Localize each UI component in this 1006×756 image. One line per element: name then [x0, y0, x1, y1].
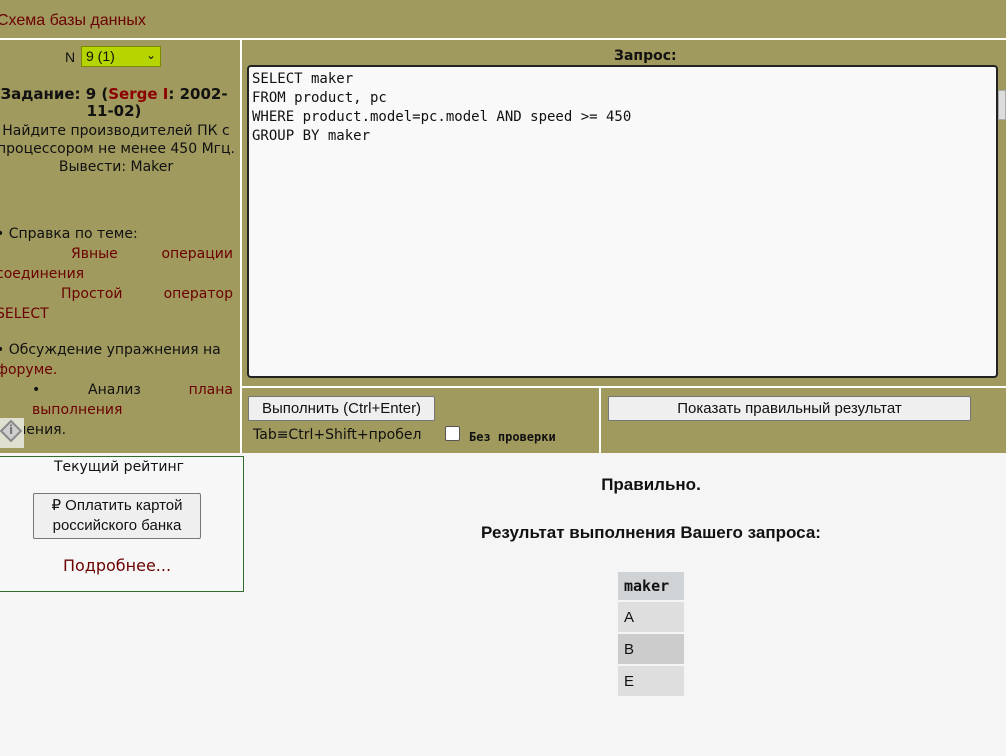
column-header: maker: [618, 572, 684, 600]
query-editor[interactable]: SELECT maker FROM product, pc WHERE prod…: [247, 65, 998, 378]
top-bar: Схема базы данных: [0, 0, 1006, 40]
table-cell: B: [618, 634, 684, 664]
rating-title: Текущий рейтинг: [53, 459, 185, 475]
schema-link[interactable]: Схема базы данных: [0, 12, 146, 30]
task-description: Найдите производителей ПК с процессором …: [0, 123, 235, 175]
task-author-link[interactable]: Serge I: [108, 85, 168, 103]
task-title: Задание: 9 (Serge I: 2002-11-02): [0, 86, 232, 120]
exercise-select-value: 9 (1): [86, 48, 115, 64]
help-link-select[interactable]: Простой оператор SELECT: [0, 284, 233, 324]
tab-hint: Tab≡Ctrl+Shift+пробел: [253, 427, 422, 443]
pay-card-button[interactable]: ₽ Оплатить картой российского банка: [33, 493, 201, 539]
show-correct-result-button[interactable]: Показать правильный результат: [608, 396, 971, 421]
result-section: Правильно. Результат выполнения Вашего з…: [242, 456, 1006, 756]
rating-box: Текущий рейтинг ₽ Оплатить картой россий…: [0, 456, 244, 592]
help-label: • Справка по теме:: [0, 226, 138, 242]
exercise-select[interactable]: 9 (1) ⌄: [81, 46, 161, 67]
result-table: maker A B E: [618, 570, 684, 698]
chevron-down-icon: ⌄: [145, 48, 156, 62]
result-title: Результат выполнения Вашего запроса:: [481, 523, 821, 542]
forum-link[interactable]: форуме.: [0, 362, 57, 378]
no-check-checkbox[interactable]: [445, 426, 460, 441]
task-prefix: Задание: 9 (: [0, 85, 109, 103]
more-link[interactable]: Подробнее...: [0, 556, 235, 575]
no-check-label: Без проверки: [469, 430, 556, 444]
help-link-joins[interactable]: Явные операции соединения: [0, 244, 233, 284]
execute-button[interactable]: Выполнить (Ctrl+Enter): [248, 396, 435, 421]
plan-prefix: • Анализ: [32, 382, 189, 398]
info-icon[interactable]: i: [0, 418, 24, 448]
forum-prefix: • Обсуждение упражнения на: [0, 342, 221, 358]
help-section: • Справка по теме: Явные операции соедин…: [0, 224, 233, 324]
scrollbar[interactable]: [998, 90, 1006, 120]
discussion-section: • Обсуждение упражнения на форуме. • Ана…: [0, 340, 233, 440]
query-label: Запрос:: [614, 48, 677, 64]
task-panel: N 9 (1) ⌄ Задание: 9 (Serge I: 2002-11-0…: [0, 40, 242, 453]
query-panel: Запрос: SELECT maker FROM product, pc WH…: [242, 40, 1006, 388]
table-cell: E: [618, 666, 684, 696]
n-label: N: [65, 49, 76, 65]
show-result-controls: Показать правильный результат: [601, 388, 1006, 453]
execute-controls: Выполнить (Ctrl+Enter) Tab≡Ctrl+Shift+пр…: [242, 388, 601, 453]
table-cell: A: [618, 602, 684, 632]
result-status: Правильно.: [601, 475, 701, 494]
